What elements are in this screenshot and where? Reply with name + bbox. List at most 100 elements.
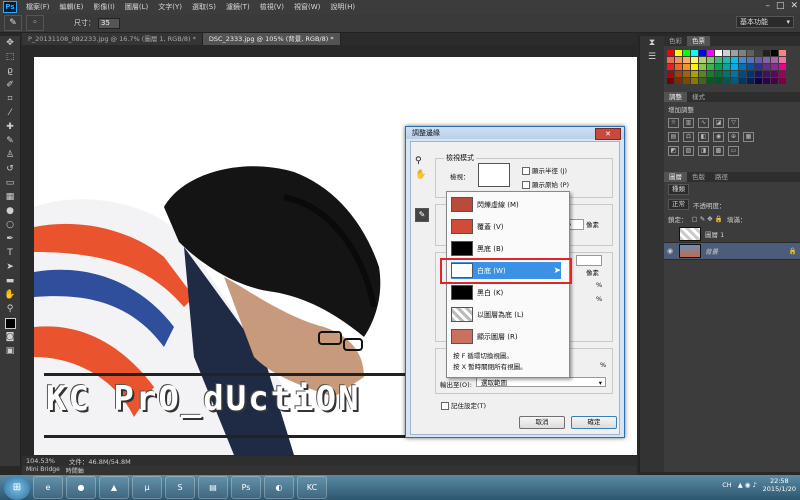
explorer-icon[interactable]: ▤ <box>198 476 228 499</box>
posterize-icon[interactable]: ▨ <box>683 146 694 156</box>
swatch[interactable] <box>739 71 746 77</box>
swatch[interactable] <box>771 78 778 84</box>
swatch[interactable] <box>723 57 730 63</box>
swatch[interactable] <box>731 71 738 77</box>
quick-mask-icon[interactable]: ◙ <box>0 330 20 344</box>
swatch[interactable] <box>675 64 682 70</box>
swatch[interactable] <box>739 64 746 70</box>
swatch[interactable] <box>763 57 770 63</box>
swatch[interactable] <box>683 78 690 84</box>
view-mode-thumb[interactable] <box>478 163 510 187</box>
swatch[interactable] <box>715 78 722 84</box>
smooth-input[interactable] <box>576 255 602 266</box>
menu-edit[interactable]: 編輯(E) <box>55 2 89 12</box>
remember-checkbox[interactable]: 記住設定(T) <box>441 400 486 410</box>
clock[interactable]: 22:58 2015/1/20 <box>763 477 796 493</box>
swatch[interactable] <box>731 64 738 70</box>
swatch[interactable] <box>691 57 698 63</box>
invert-icon[interactable]: ◩ <box>668 146 679 156</box>
menu-layer[interactable]: 圖層(L) <box>120 2 153 12</box>
swatch[interactable] <box>667 64 674 70</box>
swatch[interactable] <box>707 50 714 56</box>
swatch[interactable] <box>779 64 786 70</box>
menu-filter[interactable]: 濾鏡(T) <box>221 2 255 12</box>
properties-panel-icon[interactable]: ☰ <box>640 50 664 64</box>
swatch[interactable] <box>667 50 674 56</box>
swatch[interactable] <box>755 64 762 70</box>
view-option-on-layers[interactable]: 以圖層為底 (L) <box>451 306 561 323</box>
chrome-icon[interactable]: ● <box>66 476 96 499</box>
swatch[interactable] <box>771 71 778 77</box>
swatch[interactable] <box>747 50 754 56</box>
exposure-icon[interactable]: ◪ <box>713 118 724 128</box>
dodge-tool-icon[interactable]: ○ <box>0 218 20 232</box>
swatch[interactable] <box>771 50 778 56</box>
ie-icon[interactable]: e <box>33 476 63 499</box>
output-select[interactable]: 選取範圍 ▾ <box>476 377 606 387</box>
zoom-level[interactable]: 104.53% <box>26 457 55 465</box>
tab-document-2[interactable]: DSC_2333.jpg @ 105% (背景, RGB/8) * <box>202 33 341 45</box>
lookup-icon[interactable]: ▦ <box>743 132 754 142</box>
tab-layers[interactable]: 圖層 <box>664 172 687 182</box>
eraser-tool-icon[interactable]: ▭ <box>0 176 20 190</box>
swatch[interactable] <box>779 50 786 56</box>
swatch[interactable] <box>731 50 738 56</box>
quick-select-tool-icon[interactable]: ✐ <box>0 78 20 92</box>
kc-icon[interactable]: KC <box>297 476 327 499</box>
swatch[interactable] <box>747 71 754 77</box>
swatch[interactable] <box>723 64 730 70</box>
swatch[interactable] <box>675 50 682 56</box>
swatch[interactable] <box>763 78 770 84</box>
show-radius-checkbox[interactable]: 顯示半徑 (J) <box>522 165 567 175</box>
start-button[interactable]: ⊞ <box>4 475 30 500</box>
utorrent-icon[interactable]: µ <box>132 476 162 499</box>
curves-icon[interactable]: ∿ <box>698 118 709 128</box>
path-select-tool-icon[interactable]: ➤ <box>0 260 20 274</box>
crop-tool-icon[interactable]: ⌗ <box>0 92 20 106</box>
tab-color[interactable]: 色彩 <box>664 36 687 46</box>
swatch[interactable] <box>747 78 754 84</box>
swatch[interactable] <box>763 50 770 56</box>
type-tool-icon[interactable]: T <box>0 246 20 260</box>
hand-tool-icon[interactable]: ✋ <box>415 170 426 180</box>
swatch[interactable] <box>755 57 762 63</box>
view-option-black-white[interactable]: 黑白 (K) <box>451 284 561 301</box>
swatch[interactable] <box>699 64 706 70</box>
tool-preset-picker[interactable]: ✎ <box>4 15 22 31</box>
zoom-tool-icon[interactable]: ⚲ <box>415 156 422 166</box>
swatch[interactable] <box>731 57 738 63</box>
swatch[interactable] <box>747 57 754 63</box>
eye-icon[interactable]: ◉ <box>667 247 675 255</box>
threshold-icon[interactable]: ◨ <box>698 146 709 156</box>
menu-view[interactable]: 檢視(V) <box>255 2 289 12</box>
color-swatch-icon[interactable] <box>0 316 20 330</box>
swatch[interactable] <box>691 50 698 56</box>
view-option-marching-ants[interactable]: 閃爍虛線 (M) <box>451 196 561 213</box>
photoshop-icon[interactable]: Ps <box>231 476 261 499</box>
move-tool-icon[interactable]: ✥ <box>0 36 20 50</box>
swatch[interactable] <box>707 57 714 63</box>
swatch[interactable] <box>707 78 714 84</box>
tab-document-1[interactable]: P_20131108_082233.jpg @ 16.7% (圖層 1, RGB… <box>22 33 203 45</box>
swatch[interactable] <box>683 71 690 77</box>
swatch[interactable] <box>723 50 730 56</box>
swatch[interactable] <box>731 78 738 84</box>
swatch[interactable] <box>723 78 730 84</box>
vlc-icon[interactable]: ▲ <box>99 476 129 499</box>
swatch[interactable] <box>675 71 682 77</box>
swatch[interactable] <box>683 57 690 63</box>
menu-help[interactable]: 說明(H) <box>325 2 360 12</box>
close-icon[interactable]: ✕ <box>595 128 621 140</box>
swatch[interactable] <box>755 50 762 56</box>
tab-swatches[interactable]: 色票 <box>687 36 710 46</box>
zoom-tool-icon[interactable]: ⚲ <box>0 302 20 316</box>
ok-button[interactable]: 確定 <box>571 416 617 429</box>
swatch[interactable] <box>739 50 746 56</box>
swatch[interactable] <box>739 57 746 63</box>
swatch[interactable] <box>715 71 722 77</box>
screen-mode-icon[interactable]: ▣ <box>0 344 20 358</box>
bw-icon[interactable]: ◧ <box>698 132 709 142</box>
brightness-icon[interactable]: ☼ <box>668 118 679 128</box>
marquee-tool-icon[interactable]: ⬚ <box>0 50 20 64</box>
language-indicator[interactable]: CH <box>722 481 731 489</box>
